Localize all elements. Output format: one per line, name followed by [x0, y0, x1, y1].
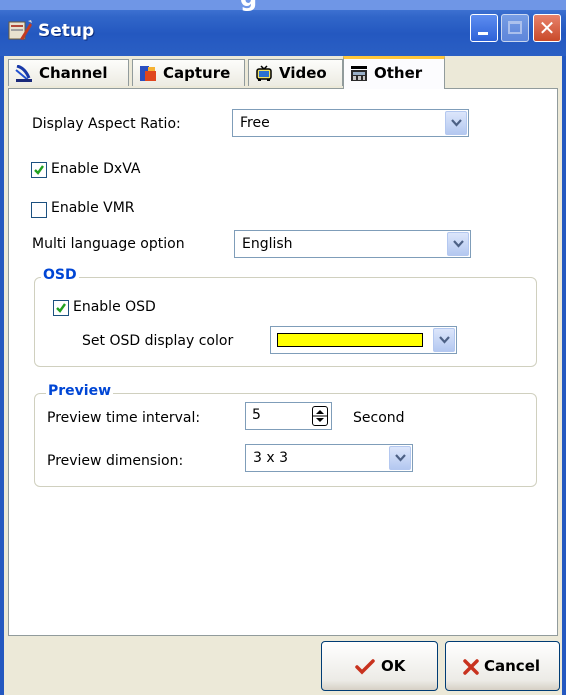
window-frame-left [0, 56, 4, 695]
close-icon: ✕ [538, 16, 556, 40]
osd-color-label: Set OSD display color [82, 333, 234, 349]
osd-color-select[interactable] [270, 326, 457, 354]
enable-dxva-label: Enable DxVA [51, 161, 141, 177]
radio-device-icon [351, 66, 367, 81]
capture-icon [140, 66, 156, 81]
language-select[interactable]: English [234, 230, 471, 258]
tab-channel-label: Channel [39, 64, 108, 82]
preview-interval-label: Preview time interval: [47, 410, 201, 426]
title-bar-highlight [0, 0, 566, 10]
aspect-ratio-value: Free [240, 115, 270, 131]
language-value: English [242, 236, 293, 252]
tab-other[interactable]: Other [343, 56, 445, 89]
cancel-button-label: Cancel [484, 657, 541, 675]
preview-dimension-value: 3 x 3 [253, 450, 288, 466]
window-frame-right [562, 56, 566, 695]
tab-capture[interactable]: Capture [132, 59, 245, 86]
enable-dxva-checkbox[interactable] [31, 162, 47, 178]
checkmark-icon [355, 659, 375, 675]
other-tab-panel: Display Aspect Ratio: Free Enable DxVA E… [8, 88, 558, 636]
tab-video-label: Video [279, 64, 327, 82]
checkmark-icon [56, 303, 66, 313]
chevron-down-icon[interactable] [445, 111, 467, 135]
setup-app-icon [8, 20, 32, 40]
close-button[interactable]: ✕ [533, 14, 561, 42]
chevron-down-icon[interactable] [447, 232, 469, 256]
heading-fragment: g [240, 0, 257, 12]
chevron-down-icon[interactable] [389, 446, 411, 470]
osd-group-title: OSD [41, 267, 79, 283]
enable-vmr-checkbox[interactable] [31, 202, 47, 218]
tab-channel[interactable]: Channel [8, 59, 129, 86]
ok-button[interactable]: OK [321, 641, 438, 691]
cancel-x-icon [463, 659, 479, 675]
chevron-down-icon[interactable] [433, 328, 455, 352]
enable-osd-checkbox[interactable] [53, 300, 69, 316]
tab-capture-label: Capture [163, 64, 231, 82]
preview-interval-unit: Second [353, 410, 405, 426]
preview-dimension-label: Preview dimension: [47, 453, 184, 469]
tab-other-label: Other [374, 64, 423, 82]
tv-icon [256, 65, 272, 81]
satellite-dish-icon [15, 65, 32, 82]
language-label: Multi language option [32, 236, 185, 252]
enable-osd-label: Enable OSD [73, 299, 156, 315]
cancel-button[interactable]: Cancel [445, 641, 560, 691]
tab-video[interactable]: Video [248, 59, 343, 86]
setup-window: g Setup ✕ Channel [0, 0, 566, 695]
spinner-arrows-icon[interactable] [312, 406, 328, 426]
checkmark-icon [34, 165, 44, 175]
window-title: Setup [38, 21, 95, 41]
maximize-button[interactable] [501, 14, 529, 42]
preview-interval-value: 5 [252, 407, 261, 423]
enable-vmr-label: Enable VMR [51, 200, 135, 216]
ok-button-label: OK [381, 657, 406, 675]
preview-dimension-select[interactable]: 3 x 3 [245, 444, 413, 472]
preview-interval-spinner[interactable]: 5 [245, 402, 332, 430]
osd-color-swatch [277, 333, 423, 347]
aspect-ratio-select[interactable]: Free [232, 109, 469, 137]
tab-strip: Channel Capture Video Other [4, 56, 562, 89]
minimize-button[interactable] [470, 14, 498, 42]
maximize-icon [508, 21, 522, 34]
aspect-ratio-label: Display Aspect Ratio: [32, 116, 181, 132]
title-bar[interactable]: g Setup ✕ [0, 0, 566, 56]
preview-group-title: Preview [46, 383, 114, 399]
minimize-icon [478, 32, 488, 35]
